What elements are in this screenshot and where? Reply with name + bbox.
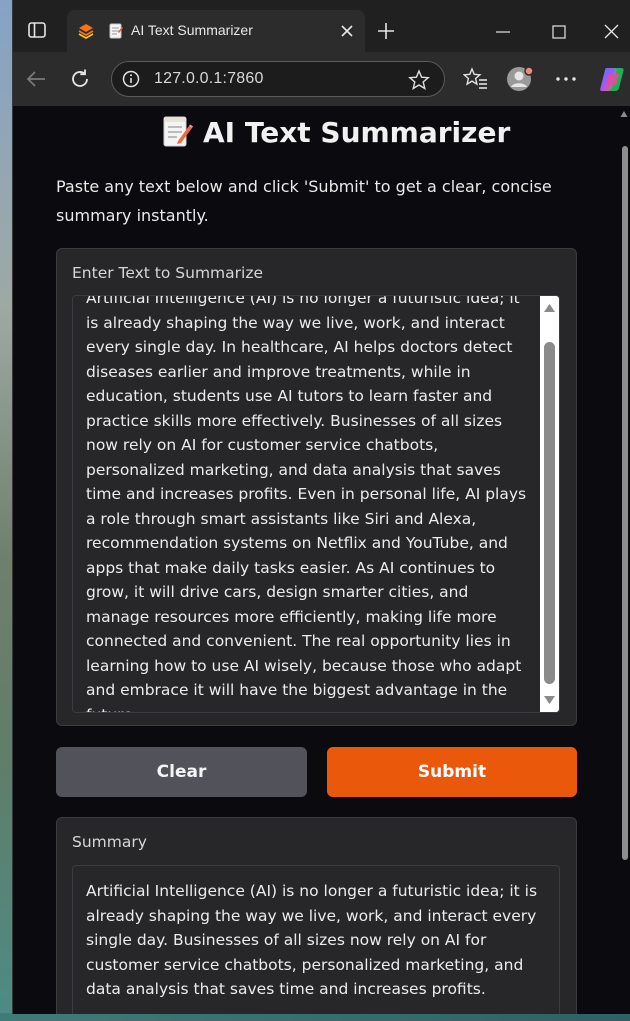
taskbar-edge xyxy=(0,1013,630,1021)
browser-window: AI Text Summarizer 127.0.0.1:7860 AI Tex… xyxy=(12,0,630,1014)
browser-toolbar: 127.0.0.1:7860 xyxy=(13,52,630,106)
reload-icon xyxy=(72,69,88,87)
window-close-button[interactable] xyxy=(591,18,630,44)
favorites-icon[interactable] xyxy=(463,66,489,92)
minimize-icon xyxy=(496,31,510,33)
memo-icon xyxy=(163,116,193,147)
textarea-scroll-thumb[interactable] xyxy=(544,342,555,684)
tab-bar: AI Text Summarizer xyxy=(13,0,630,60)
profile-avatar-icon[interactable] xyxy=(505,64,535,94)
more-options-button[interactable] xyxy=(553,66,579,92)
site-info-icon xyxy=(122,70,140,88)
textarea-scrollbar[interactable] xyxy=(540,296,559,712)
scroll-down-arrow-icon[interactable] xyxy=(544,696,555,704)
summary-label: Summary xyxy=(72,833,147,851)
input-label: Enter Text to Summarize xyxy=(72,264,264,282)
app-title: AI Text Summarizer xyxy=(203,115,511,149)
app-description: Paste any text below and click 'Submit' … xyxy=(56,177,552,225)
input-text[interactable]: Artificial Intelligence (AI) is no longe… xyxy=(86,296,530,712)
star-icon[interactable] xyxy=(408,69,430,91)
page-content: AI Text Summarizer Paste any text below … xyxy=(13,106,630,1014)
app-header: AI Text Summarizer xyxy=(161,112,510,152)
maximize-button[interactable] xyxy=(539,20,579,44)
summary-text: Artificial Intelligence (AI) is no longe… xyxy=(86,882,538,998)
page-scroll-thumb[interactable] xyxy=(622,146,628,860)
new-tab-button[interactable] xyxy=(373,18,399,44)
url-text: 127.0.0.1:7860 xyxy=(154,70,264,87)
maximize-icon xyxy=(552,25,566,39)
copilot-icon[interactable] xyxy=(597,64,627,94)
arrow-left-icon xyxy=(26,71,45,87)
text-input-area[interactable]: Artificial Intelligence (AI) is no longe… xyxy=(72,295,560,713)
scroll-up-arrow-icon[interactable] xyxy=(544,304,555,312)
memo-icon xyxy=(109,23,123,39)
reload-button[interactable] xyxy=(65,64,95,94)
submit-button[interactable]: Submit xyxy=(327,747,577,797)
summary-panel: Summary Artificial Intelligence (AI) is … xyxy=(56,817,577,1014)
page-scrollbar[interactable] xyxy=(617,106,630,1014)
summary-output-area[interactable]: Artificial Intelligence (AI) is no longe… xyxy=(72,865,560,1014)
tab-actions-icon xyxy=(28,22,46,38)
page-scroll-up-arrow-icon[interactable] xyxy=(620,110,628,118)
tab-active[interactable]: AI Text Summarizer xyxy=(67,10,365,52)
tab-title: AI Text Summarizer xyxy=(131,22,253,38)
window-close-icon xyxy=(604,24,618,38)
back-button[interactable] xyxy=(21,64,51,94)
clear-button[interactable]: Clear xyxy=(56,747,307,797)
minimize-button[interactable] xyxy=(483,20,523,44)
more-dots-icon xyxy=(556,77,576,81)
address-bar[interactable]: 127.0.0.1:7860 xyxy=(111,61,445,97)
desktop-wallpaper xyxy=(0,0,12,1021)
plus-icon xyxy=(378,23,394,39)
tab-actions-button[interactable] xyxy=(21,14,53,46)
close-icon xyxy=(341,25,353,37)
input-panel: Enter Text to Summarize Artificial Intel… xyxy=(56,248,577,726)
tab-close-button[interactable] xyxy=(337,21,357,41)
gradio-logo-icon xyxy=(78,24,94,40)
